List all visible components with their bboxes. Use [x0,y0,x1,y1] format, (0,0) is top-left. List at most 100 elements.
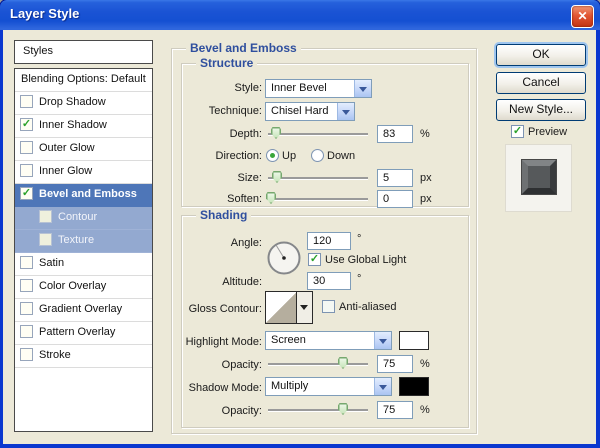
sidebar-item-label: Pattern Overlay [39,326,116,338]
use-global-light-checkbox[interactable]: ✓ [308,253,321,266]
use-global-light-label[interactable]: Use Global Light [325,254,406,266]
soften-input[interactable] [377,190,413,208]
altitude-label: Altitude: [222,276,262,288]
angle-label: Angle: [230,237,262,249]
depth-slider[interactable] [268,127,368,139]
sidebar-item-gradient-overlay[interactable]: Gradient Overlay [15,299,152,322]
cancel-button[interactable]: Cancel [496,72,586,94]
gloss-contour-thumbnail[interactable] [266,292,297,323]
checked-checkbox-icon[interactable]: ✓ [20,187,33,200]
soften-unit: px [420,193,432,205]
chevron-down-icon[interactable] [296,292,312,323]
window-title: Layer Style [10,6,80,21]
preview-checkbox[interactable]: ✓ [511,125,524,138]
technique-dropdown-value: Chisel Hard [271,105,329,117]
chevron-down-icon[interactable] [354,80,371,97]
close-icon[interactable]: ✕ [571,5,594,28]
chevron-down-icon[interactable] [374,378,391,395]
angle-unit: ° [357,233,362,245]
size-slider[interactable] [268,171,368,183]
ok-button[interactable]: OK [496,44,586,66]
sidebar-item-label: Drop Shadow [39,96,106,108]
unchecked-checkbox-icon[interactable] [20,279,33,292]
highlight-opacity-slider[interactable] [268,357,368,369]
sidebar-item-texture[interactable]: Texture [15,230,152,253]
unchecked-checkbox-icon[interactable] [20,164,33,177]
preview-thumbnail [521,159,557,195]
sidebar-item-label: Blending Options: Default [21,73,146,85]
styles-header-label: Styles [23,45,53,57]
anti-aliased-label[interactable]: Anti-aliased [339,301,396,313]
angle-dial[interactable] [266,240,302,276]
unchecked-checkbox-icon[interactable] [20,325,33,338]
highlight-opacity-input[interactable] [377,355,413,373]
checked-checkbox-icon[interactable]: ✓ [20,118,33,131]
styles-list: Blending Options: Default Drop Shadow ✓ Inn… [14,68,153,432]
direction-down-label[interactable]: Down [327,150,355,162]
shadow-color-swatch[interactable] [399,377,429,396]
unchecked-checkbox-icon[interactable] [39,233,52,246]
sidebar-item-outer-glow[interactable]: Outer Glow [15,138,152,161]
structure-title: Structure [196,56,258,70]
soften-slider[interactable] [266,192,368,204]
highlight-opacity-unit: % [420,358,430,370]
unchecked-checkbox-icon[interactable] [39,210,52,223]
sidebar-item-satin[interactable]: Satin [15,253,152,276]
sidebar-item-label: Satin [39,257,65,269]
title-bar[interactable]: Layer Style ✕ [0,0,600,30]
shadow-opacity-input[interactable] [377,401,413,419]
technique-dropdown[interactable]: Chisel Hard [265,102,355,121]
sidebar-item-label: Stroke [39,349,71,361]
shadow-opacity-slider[interactable] [268,403,368,415]
gloss-contour-label: Gloss Contour: [188,303,262,315]
highlight-mode-label: Highlight Mode: [185,336,262,348]
unchecked-checkbox-icon[interactable] [20,141,33,154]
depth-unit: % [420,128,430,140]
direction-down-radio[interactable] [311,149,324,162]
sidebar-item-label: Color Overlay [39,280,107,292]
highlight-mode-dropdown[interactable]: Screen [265,331,392,350]
sidebar-item-color-overlay[interactable]: Color Overlay [15,276,152,299]
direction-up-label[interactable]: Up [282,150,296,162]
new-style-button[interactable]: New Style... [496,99,586,121]
sidebar-item-inner-shadow[interactable]: ✓ Inner Shadow [15,115,152,138]
shadow-opacity-unit: % [420,404,430,416]
depth-input[interactable] [377,125,413,143]
sidebar-item-stroke[interactable]: Stroke [15,345,152,368]
unchecked-checkbox-icon[interactable] [20,95,33,108]
size-input[interactable] [377,169,413,187]
sidebar-item-label: Bevel and Emboss [39,188,137,200]
sidebar-item-contour[interactable]: Contour [15,207,152,230]
highlight-opacity-label: Opacity: [221,359,262,371]
unchecked-checkbox-icon[interactable] [20,348,33,361]
chevron-down-icon[interactable] [374,332,391,349]
angle-input[interactable] [307,232,351,250]
sidebar-item-label: Inner Glow [39,165,93,177]
chevron-down-icon[interactable] [337,103,354,120]
sidebar-item-inner-glow[interactable]: Inner Glow [15,161,152,184]
gloss-contour-picker[interactable] [265,291,313,324]
sidebar-item-pattern-overlay[interactable]: Pattern Overlay [15,322,152,345]
preview-label[interactable]: Preview [528,126,567,138]
sidebar-item-label: Inner Shadow [39,119,107,131]
sidebar-item-label: Texture [58,234,95,246]
unchecked-checkbox-icon[interactable] [20,302,33,315]
shadow-mode-dropdown[interactable]: Multiply [265,377,392,396]
layer-style-dialog: Layer Style ✕ Styles Blending Options: D… [0,0,600,448]
preview-panel [505,144,572,212]
direction-label: Direction: [215,150,262,162]
highlight-mode-value: Screen [271,334,306,346]
highlight-color-swatch[interactable] [399,331,429,350]
direction-up-radio[interactable] [266,149,279,162]
sidebar-item-label: Gradient Overlay [39,303,123,315]
style-dropdown[interactable]: Inner Bevel [265,79,372,98]
sidebar-item-blending-options-default[interactable]: Blending Options: Default [15,69,152,92]
sidebar-item-label: Outer Glow [39,142,95,154]
anti-aliased-checkbox[interactable] [322,300,335,313]
size-unit: px [420,172,432,184]
sidebar-item-bevel-and-emboss[interactable]: ✓ Bevel and Emboss [15,184,152,207]
size-label: Size: [237,172,262,184]
sidebar-item-drop-shadow[interactable]: Drop Shadow [15,92,152,115]
unchecked-checkbox-icon[interactable] [20,256,33,269]
altitude-input[interactable] [307,272,351,290]
